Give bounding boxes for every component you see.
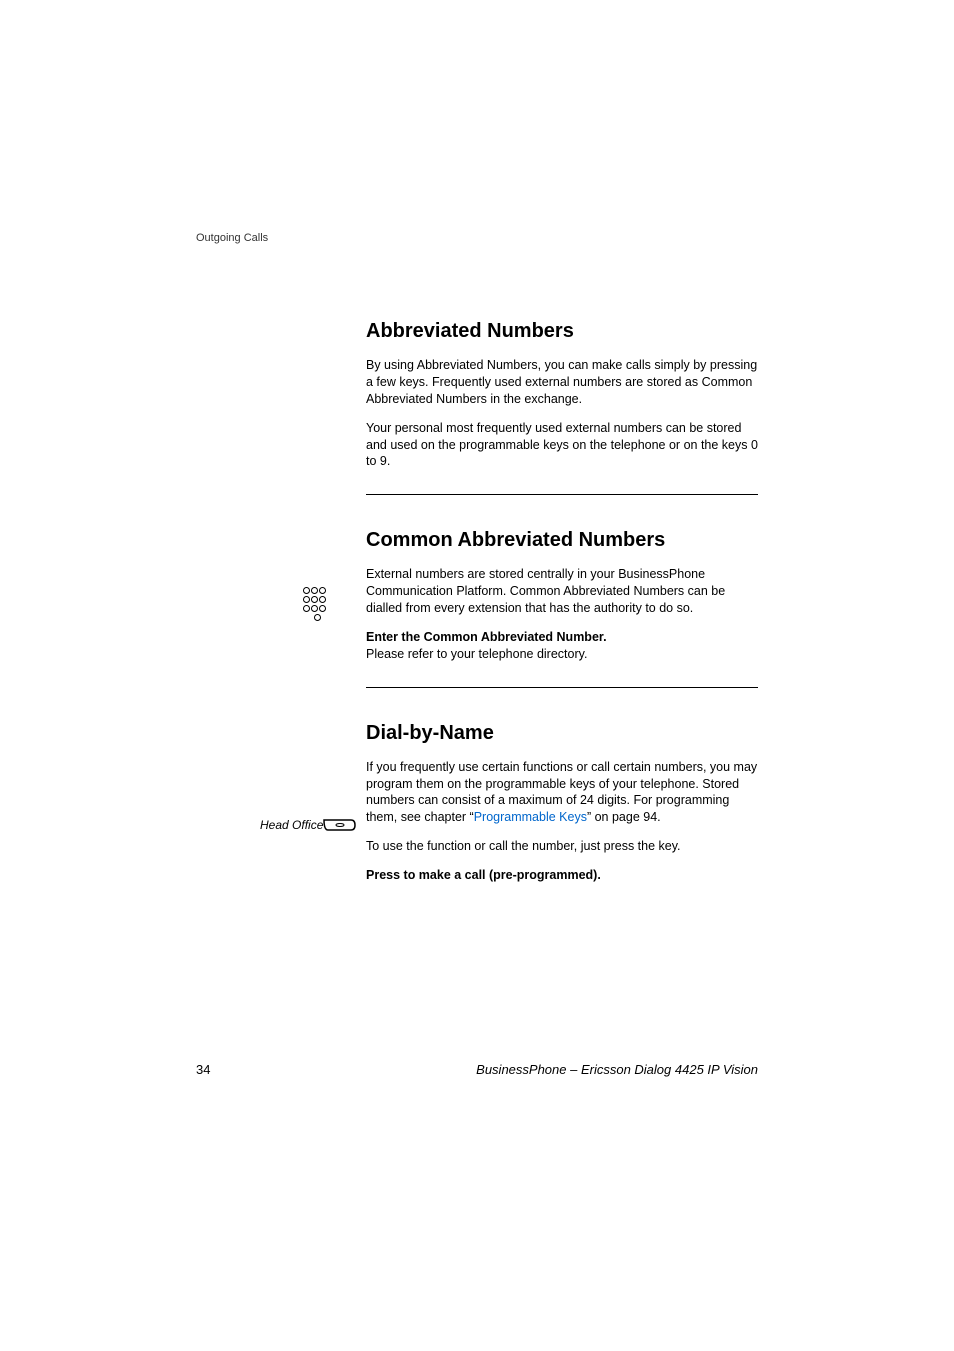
section-divider <box>366 687 758 688</box>
heading-abbreviated-numbers: Abbreviated Numbers <box>366 320 758 343</box>
programmable-key-icon <box>322 818 357 832</box>
link-programmable-keys[interactable]: Programmable Keys <box>474 810 587 824</box>
paragraph-dial-1: If you frequently use certain functions … <box>366 759 758 827</box>
page-number: 34 <box>196 1062 210 1077</box>
footer-doc-title: BusinessPhone – Ericsson Dialog 4425 IP … <box>476 1062 758 1077</box>
page-header-section: Outgoing Calls <box>196 232 268 244</box>
main-content: Abbreviated Numbers By using Abbreviated… <box>366 320 758 884</box>
step-bold-common: Enter the Common Abbreviated Number. <box>366 629 758 646</box>
step-bold-dial: Press to make a call (pre-programmed). <box>366 867 758 884</box>
paragraph-abbrev-1: By using Abbreviated Numbers, you can ma… <box>366 357 758 408</box>
key-label-head-office: Head Office <box>260 818 323 832</box>
section-divider <box>366 494 758 495</box>
heading-dial-by-name: Dial-by-Name <box>366 722 758 745</box>
paragraph-common-1: External numbers are stored centrally in… <box>366 566 758 617</box>
heading-common-abbrev: Common Abbreviated Numbers <box>366 529 758 552</box>
paragraph-dial-2: To use the function or call the number, … <box>366 838 758 855</box>
step-text-common: Please refer to your telephone directory… <box>366 646 758 663</box>
paragraph-abbrev-2: Your personal most frequently used exter… <box>366 420 758 471</box>
para-post: ” on page 94. <box>587 810 661 824</box>
keypad-icon <box>302 586 332 622</box>
